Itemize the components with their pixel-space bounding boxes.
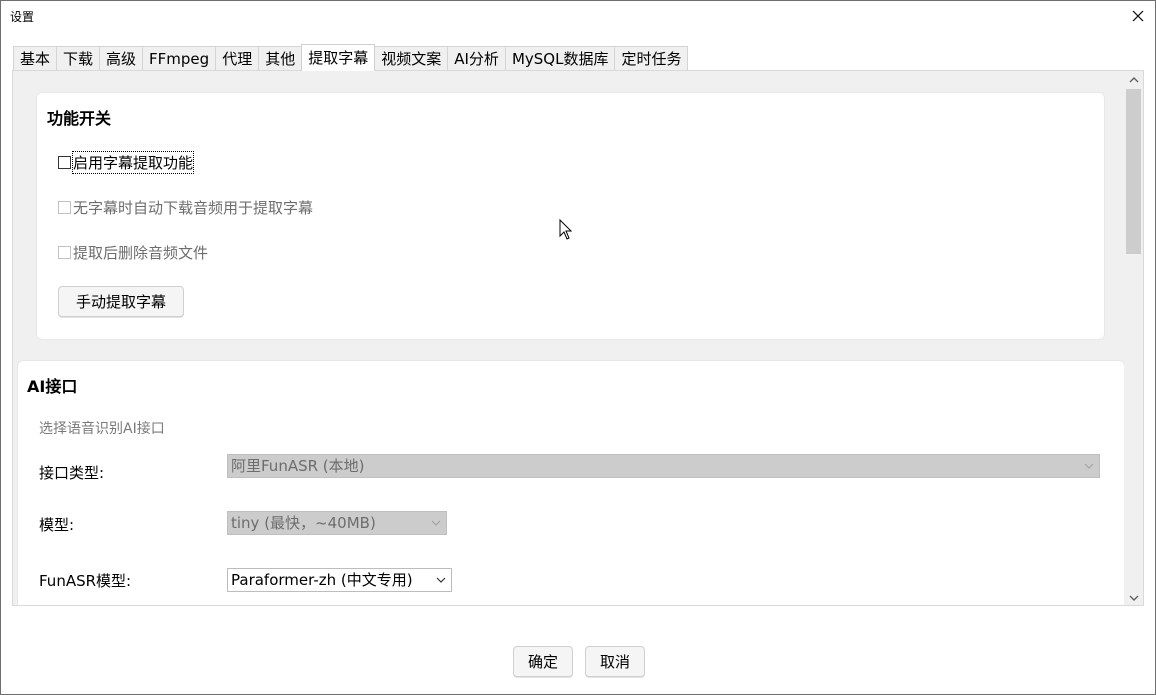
close-button[interactable] <box>1121 1 1155 31</box>
auto-download-audio-label: 无字幕时自动下载音频用于提取字幕 <box>73 199 314 217</box>
model-label: 模型: <box>39 516 75 534</box>
enable-extract-label[interactable]: 启用字幕提取功能 <box>71 151 195 174</box>
funasr-model-select[interactable]: Paraformer-zh (中文专用) <box>227 568 452 592</box>
delete-audio-checkbox <box>58 246 71 259</box>
tab-pane: 功能开关 启用字幕提取功能 无字幕时自动下载音频用于提取字幕 提取后删除音频文件… <box>12 70 1144 606</box>
tab-ai-analysis[interactable]: AI分析 <box>447 46 506 71</box>
tab-scheduled-tasks[interactable]: 定时任务 <box>614 46 689 71</box>
feature-group-title: 功能开关 <box>47 109 112 128</box>
close-icon <box>1132 10 1144 22</box>
tab-advanced[interactable]: 高级 <box>99 46 144 71</box>
chevron-down-icon <box>1129 595 1138 601</box>
scroll-down-button[interactable] <box>1124 589 1143 605</box>
interface-type-select: 阿里FunASR (本地) <box>227 454 1100 478</box>
settings-dialog: 设置 基本 下载 高级 FFmpeg 代理 其他 提取字幕 视频文案 AI分析 … <box>0 0 1156 695</box>
tab-download[interactable]: 下载 <box>56 46 101 71</box>
manual-extract-button[interactable]: 手动提取字幕 <box>58 286 184 317</box>
tab-video-copy[interactable]: 视频文案 <box>374 46 449 71</box>
ai-group-hint: 选择语音识别AI接口 <box>39 421 165 437</box>
funasr-model-label: FunASR模型: <box>39 572 132 590</box>
tab-extract-subtitles[interactable]: 提取字幕 <box>301 44 376 71</box>
interface-type-label: 接口类型: <box>39 464 105 482</box>
tab-bar: 基本 下载 高级 FFmpeg 代理 其他 提取字幕 视频文案 AI分析 MyS… <box>13 44 689 71</box>
chevron-down-icon <box>1084 463 1094 469</box>
delete-audio-checkbox-row: 提取后删除音频文件 <box>58 242 208 263</box>
scroll-area: 功能开关 启用字幕提取功能 无字幕时自动下载音频用于提取字幕 提取后删除音频文件… <box>13 71 1125 605</box>
scroll-up-button[interactable] <box>1124 71 1143 89</box>
scrollbar-thumb[interactable] <box>1126 89 1141 254</box>
chevron-up-icon <box>1129 77 1138 83</box>
enable-extract-checkbox[interactable] <box>58 156 71 169</box>
interface-type-value: 阿里FunASR (本地) <box>231 457 365 475</box>
model-select: tiny (最快，~40MB) <box>227 511 447 535</box>
ai-group-title: AI接口 <box>27 377 78 396</box>
funasr-model-value: Paraformer-zh (中文专用) <box>231 571 413 589</box>
chevron-down-icon <box>431 520 441 526</box>
tab-ffmpeg[interactable]: FFmpeg <box>142 46 217 71</box>
ai-interface-group: AI接口 选择语音识别AI接口 接口类型: 阿里FunASR (本地) 模型: … <box>17 360 1125 605</box>
vertical-scrollbar[interactable] <box>1124 71 1143 605</box>
model-value: tiny (最快，~40MB) <box>231 514 376 532</box>
ok-button[interactable]: 确定 <box>513 646 573 677</box>
title-bar: 设置 <box>1 1 1155 31</box>
tab-other[interactable]: 其他 <box>258 46 303 71</box>
feature-switch-group: 功能开关 启用字幕提取功能 无字幕时自动下载音频用于提取字幕 提取后删除音频文件… <box>36 92 1105 340</box>
delete-audio-label: 提取后删除音频文件 <box>73 244 209 262</box>
enable-extract-checkbox-row[interactable]: 启用字幕提取功能 <box>58 151 195 174</box>
auto-download-audio-checkbox <box>58 201 71 214</box>
tab-basic[interactable]: 基本 <box>13 46 58 71</box>
cancel-button[interactable]: 取消 <box>585 646 645 677</box>
mouse-cursor-icon <box>559 219 573 240</box>
auto-download-audio-checkbox-row: 无字幕时自动下载音频用于提取字幕 <box>58 197 313 218</box>
tab-proxy[interactable]: 代理 <box>215 46 260 71</box>
tab-mysql[interactable]: MySQL数据库 <box>504 46 616 71</box>
chevron-down-icon <box>436 577 446 583</box>
window-title: 设置 <box>10 10 35 24</box>
